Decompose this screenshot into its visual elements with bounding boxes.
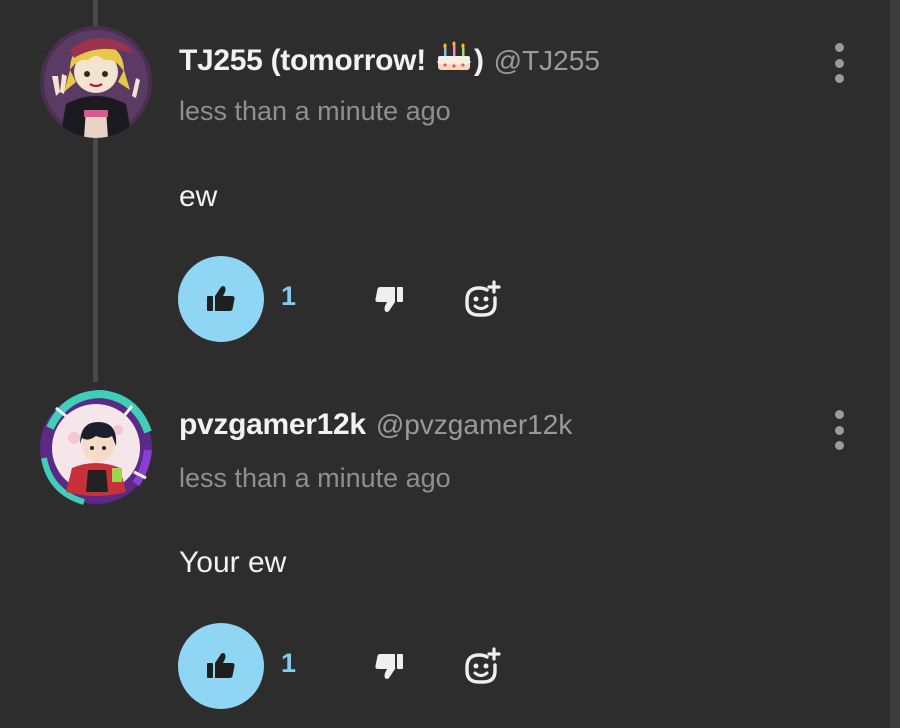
user-handle[interactable]: @TJ255 (494, 45, 600, 77)
thumbs-up-icon (207, 653, 235, 678)
user-avatar[interactable] (40, 26, 152, 138)
display-name[interactable]: pvzgamer12k (179, 408, 366, 442)
like-button[interactable] (178, 256, 264, 342)
comment-text: Your ew (179, 546, 287, 579)
display-name-text: TJ255 (tomorrow! (179, 44, 434, 77)
more-options-button[interactable] (826, 410, 852, 450)
like-count: 1 (281, 648, 297, 678)
add-reaction-button[interactable] (459, 645, 503, 689)
comment-text: ew (179, 180, 218, 213)
more-vertical-icon (834, 43, 844, 52)
comment-actions: 1 (178, 256, 538, 342)
avatar-image (40, 26, 152, 138)
add-reaction-icon (465, 647, 501, 684)
thumbs-down-icon (375, 287, 403, 312)
like-count: 1 (281, 281, 297, 311)
more-options-button[interactable] (826, 43, 852, 83)
user-handle[interactable]: @pvzgamer12k (376, 409, 573, 441)
dislike-button[interactable] (370, 280, 408, 318)
comment-header: TJ255 (tomorrow! ) @TJ255 (179, 40, 600, 78)
scrollbar-track[interactable] (890, 0, 900, 728)
like-button[interactable] (178, 623, 264, 709)
add-reaction-button[interactable] (459, 278, 503, 322)
display-name[interactable]: TJ255 (tomorrow! ) (179, 40, 484, 78)
comment-header: pvzgamer12k @pvzgamer12k (179, 408, 572, 442)
comment-item: pvzgamer12k @pvzgamer12k less than a min… (0, 380, 890, 728)
birthday-cake-icon (435, 40, 473, 74)
timestamp: less than a minute ago (179, 96, 451, 126)
display-name-suffix: ) (473, 44, 484, 77)
timestamp: less than a minute ago (179, 463, 451, 493)
comment-item: TJ255 (tomorrow! ) @TJ255 less than a mi… (0, 0, 890, 380)
comment-actions: 1 (178, 623, 538, 709)
avatar-image (36, 388, 156, 508)
more-vertical-icon (834, 410, 844, 419)
thumbs-down-icon (375, 654, 403, 679)
thumbs-up-icon (207, 286, 235, 311)
add-reaction-icon (465, 280, 501, 317)
user-avatar[interactable] (36, 388, 156, 508)
dislike-button[interactable] (370, 647, 408, 685)
